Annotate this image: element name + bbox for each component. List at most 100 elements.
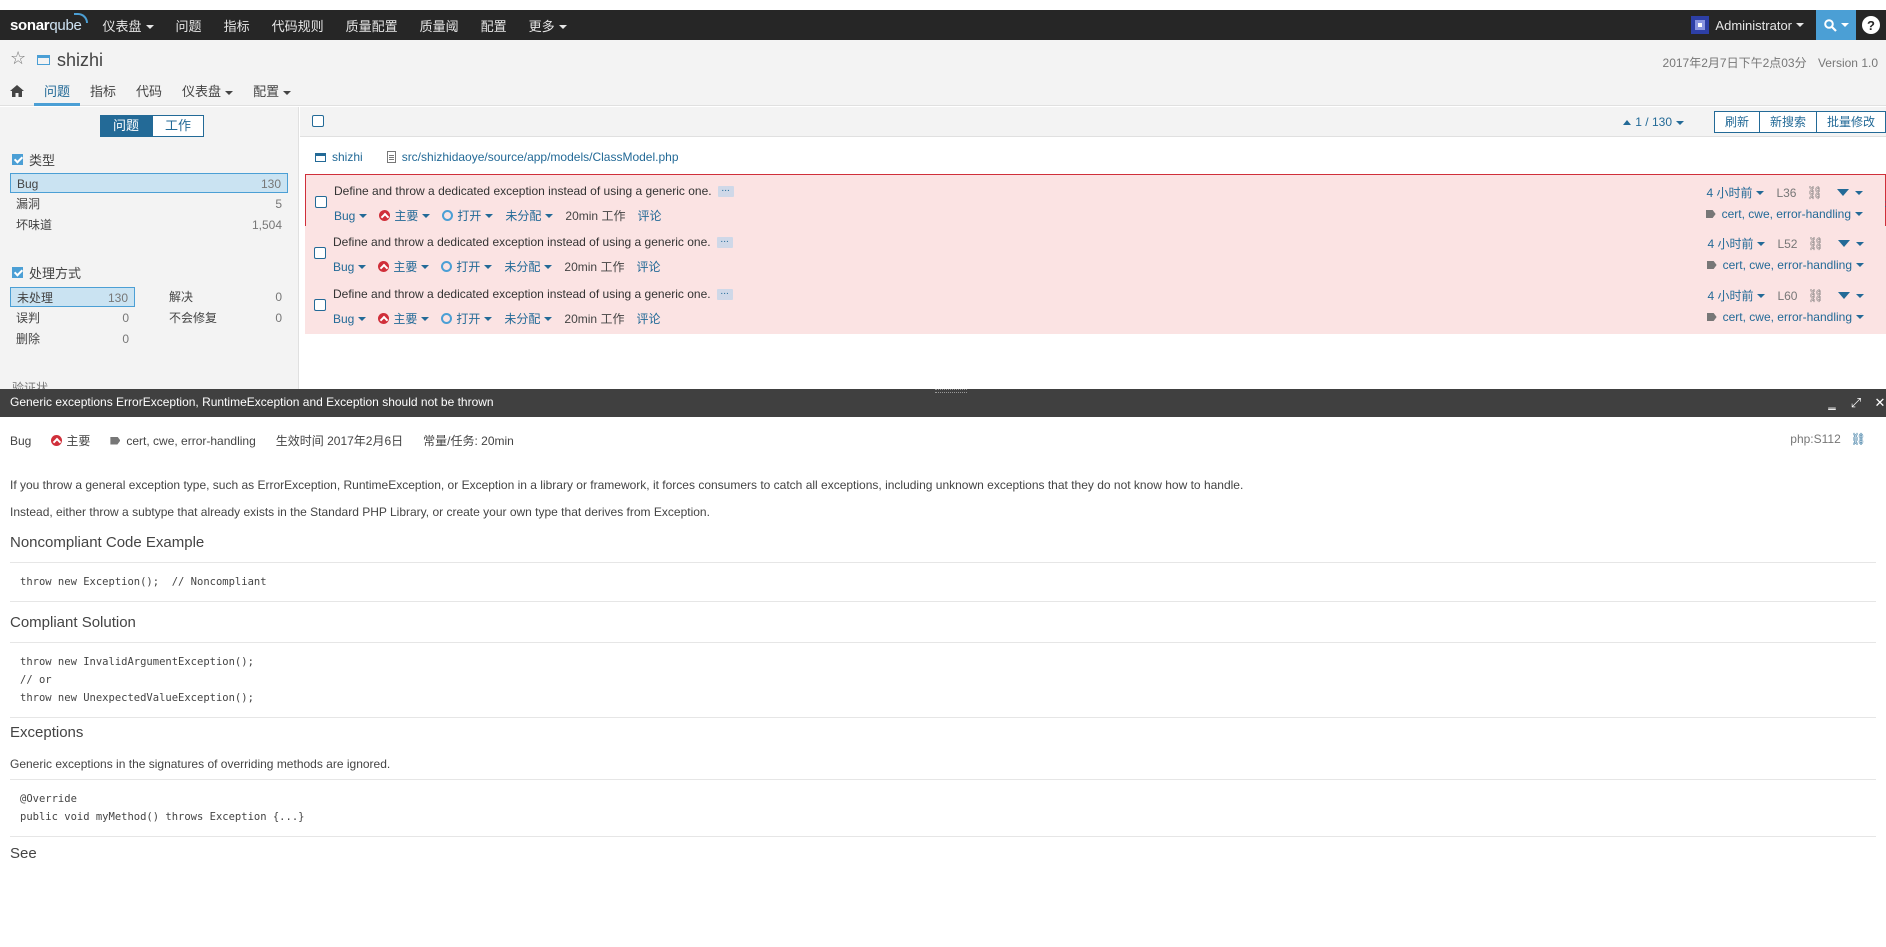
issue-assignee-dropdown[interactable]: 未分配 [504,310,553,327]
issue-row[interactable]: Define and throw a dedicated exception i… [305,278,1886,334]
issue-comment-link[interactable]: 评论 [636,310,660,327]
maximize-icon[interactable]: ⤢ [1850,395,1862,411]
tab-code[interactable]: 代码 [126,78,172,106]
mode-effort-button[interactable]: 工作 [152,115,205,137]
issue-row[interactable]: Define and throw a dedicated exception i… [305,226,1886,282]
facet-resolution-fixed[interactable]: 解决 0 [163,287,288,307]
facet-resolution-false-positive[interactable]: 误判 0 [10,308,135,328]
issue-age[interactable]: 4 小时前 [1706,184,1752,201]
rule-details-panel: Bug 主要 cert, cwe, error-handling 生效时间 20… [0,417,1886,947]
nav-measures[interactable]: 指标 [213,16,261,35]
issue-assignee-dropdown[interactable]: 未分配 [505,207,554,224]
facet-resolution-unresolved[interactable]: 未处理 130 [10,287,135,307]
facet-resolution-wont-fix[interactable]: 不会修复 0 [163,308,288,328]
issue-assignee-dropdown[interactable]: 未分配 [504,258,553,275]
heading-exceptions: Exceptions [10,724,84,741]
issue-pager[interactable]: 1 / 130 [1623,115,1684,129]
sonarqube-logo[interactable]: sonarqube [0,12,92,34]
filter-icon[interactable] [1837,189,1849,196]
close-icon[interactable]: ✕ [1874,395,1886,411]
nav-issues[interactable]: 问题 [165,16,213,35]
user-menu[interactable]: Administrator [1679,16,1816,34]
permalink-icon[interactable]: ⛓ [1807,288,1824,304]
issue-severity-dropdown[interactable]: 主要 [379,207,431,224]
issue-status-dropdown[interactable]: 打开 [442,207,494,224]
permalink-icon[interactable]: ⛓ [1806,185,1823,201]
issue-message[interactable]: Define and throw a dedicated exception i… [333,235,733,249]
tab-issues[interactable]: 问题 [34,78,81,106]
more-icon[interactable]: ... [717,184,734,198]
issue-checkbox[interactable] [314,299,326,311]
analysis-date: 2017年2月7日下午2点03分 [1662,56,1807,70]
issue-type-dropdown[interactable]: Bug [334,209,368,223]
issues-list-panel: 1 / 130 刷新 新搜索 批量修改 shizhi src/shizhidao… [300,107,1886,389]
new-search-button[interactable]: 新搜索 [1758,111,1817,133]
checkbox-checked-icon [12,267,23,278]
issue-age[interactable]: 4 小时前 [1707,235,1753,252]
filter-icon[interactable] [1838,240,1850,247]
facet-type-code-smell[interactable]: 坏味道 1,504 [10,215,288,235]
more-icon[interactable]: ... [716,235,733,249]
bulk-change-button[interactable]: 批量修改 [1815,111,1886,133]
facet-resolution-removed[interactable]: 删除 0 [10,329,135,349]
tab-measures[interactable]: 指标 [80,78,126,106]
heading-noncompliant: Noncompliant Code Example [10,534,205,551]
global-search-button[interactable] [1816,10,1856,40]
issue-status-dropdown[interactable]: 打开 [441,258,493,275]
tab-dashboards[interactable]: 仪表盘 [172,78,243,106]
nav-more[interactable]: 更多 [518,16,578,35]
issue-status-dropdown[interactable]: 打开 [441,310,493,327]
chevron-down-icon [1796,23,1804,27]
issue-row[interactable]: Define and throw a dedicated exception i… [305,174,1886,230]
mode-issues-button[interactable]: 问题 [100,115,153,137]
nav-settings[interactable]: 配置 [470,16,518,35]
rule-description-p3: Generic exceptions in the signatures of … [10,757,391,771]
component-file-link[interactable]: src/shizhidaoye/source/app/models/ClassM… [402,150,679,164]
rule-meta: Bug 主要 cert, cwe, error-handling 生效时间 20… [10,432,534,449]
issue-type-dropdown[interactable]: Bug [333,312,367,326]
issue-comment-link[interactable]: 评论 [637,207,661,224]
more-icon[interactable]: ... [716,287,733,301]
nav-quality-profiles[interactable]: 质量配置 [335,16,409,35]
facet-type-header[interactable]: 类型 [12,150,55,169]
filter-icon[interactable] [1838,292,1850,299]
nav-dashboards[interactable]: 仪表盘 [92,16,165,35]
facet-type-bug[interactable]: Bug 130 [10,173,288,193]
issue-message[interactable]: Define and throw a dedicated exception i… [334,184,734,198]
issue-tags[interactable]: cert, cwe, error-handling [1705,207,1863,221]
issue-tags[interactable]: cert, cwe, error-handling [1706,258,1864,272]
select-all-checkbox[interactable] [312,115,324,127]
help-icon: ? [1862,16,1880,34]
project-name[interactable]: shizhi [57,50,103,71]
issue-line: L52 [1777,236,1798,251]
permalink-icon[interactable]: ⛓ [1851,432,1866,446]
issue-message[interactable]: Define and throw a dedicated exception i… [333,287,733,301]
issue-severity-dropdown[interactable]: 主要 [378,310,430,327]
chevron-down-icon [1855,190,1863,195]
issue-severity-dropdown[interactable]: 主要 [378,258,430,275]
favorite-star-icon[interactable]: ☆ [10,48,26,69]
issue-comment-link[interactable]: 评论 [636,258,660,275]
facet-resolution-header[interactable]: 处理方式 [12,263,81,282]
issue-line: L36 [1776,185,1797,200]
home-icon[interactable] [0,84,34,100]
component-project-link[interactable]: shizhi [332,150,363,164]
facet-type-vulnerability[interactable]: 漏洞 5 [10,194,288,214]
issue-tags[interactable]: cert, cwe, error-handling [1706,310,1864,324]
permalink-icon[interactable]: ⛓ [1807,236,1824,252]
resize-handle[interactable] [935,389,967,393]
issue-checkbox[interactable] [315,196,327,208]
issue-type-dropdown[interactable]: Bug [333,260,367,274]
tab-settings[interactable]: 配置 [243,78,301,106]
chevron-down-icon [544,264,553,269]
minimize-icon[interactable]: ‗ [1826,395,1838,411]
workspace-header[interactable]: Generic exceptions ErrorException, Runti… [0,389,1886,417]
issue-checkbox[interactable] [314,247,326,259]
reload-button[interactable]: 刷新 [1713,111,1760,133]
facet-status-header[interactable]: 验证状 [12,379,48,389]
nav-quality-gates[interactable]: 质量阈 [409,16,470,35]
project-version: Version 1.0 [1817,56,1878,70]
issue-age[interactable]: 4 小时前 [1707,287,1753,304]
nav-rules[interactable]: 代码规则 [261,16,335,35]
help-button[interactable]: ? [1856,10,1886,40]
